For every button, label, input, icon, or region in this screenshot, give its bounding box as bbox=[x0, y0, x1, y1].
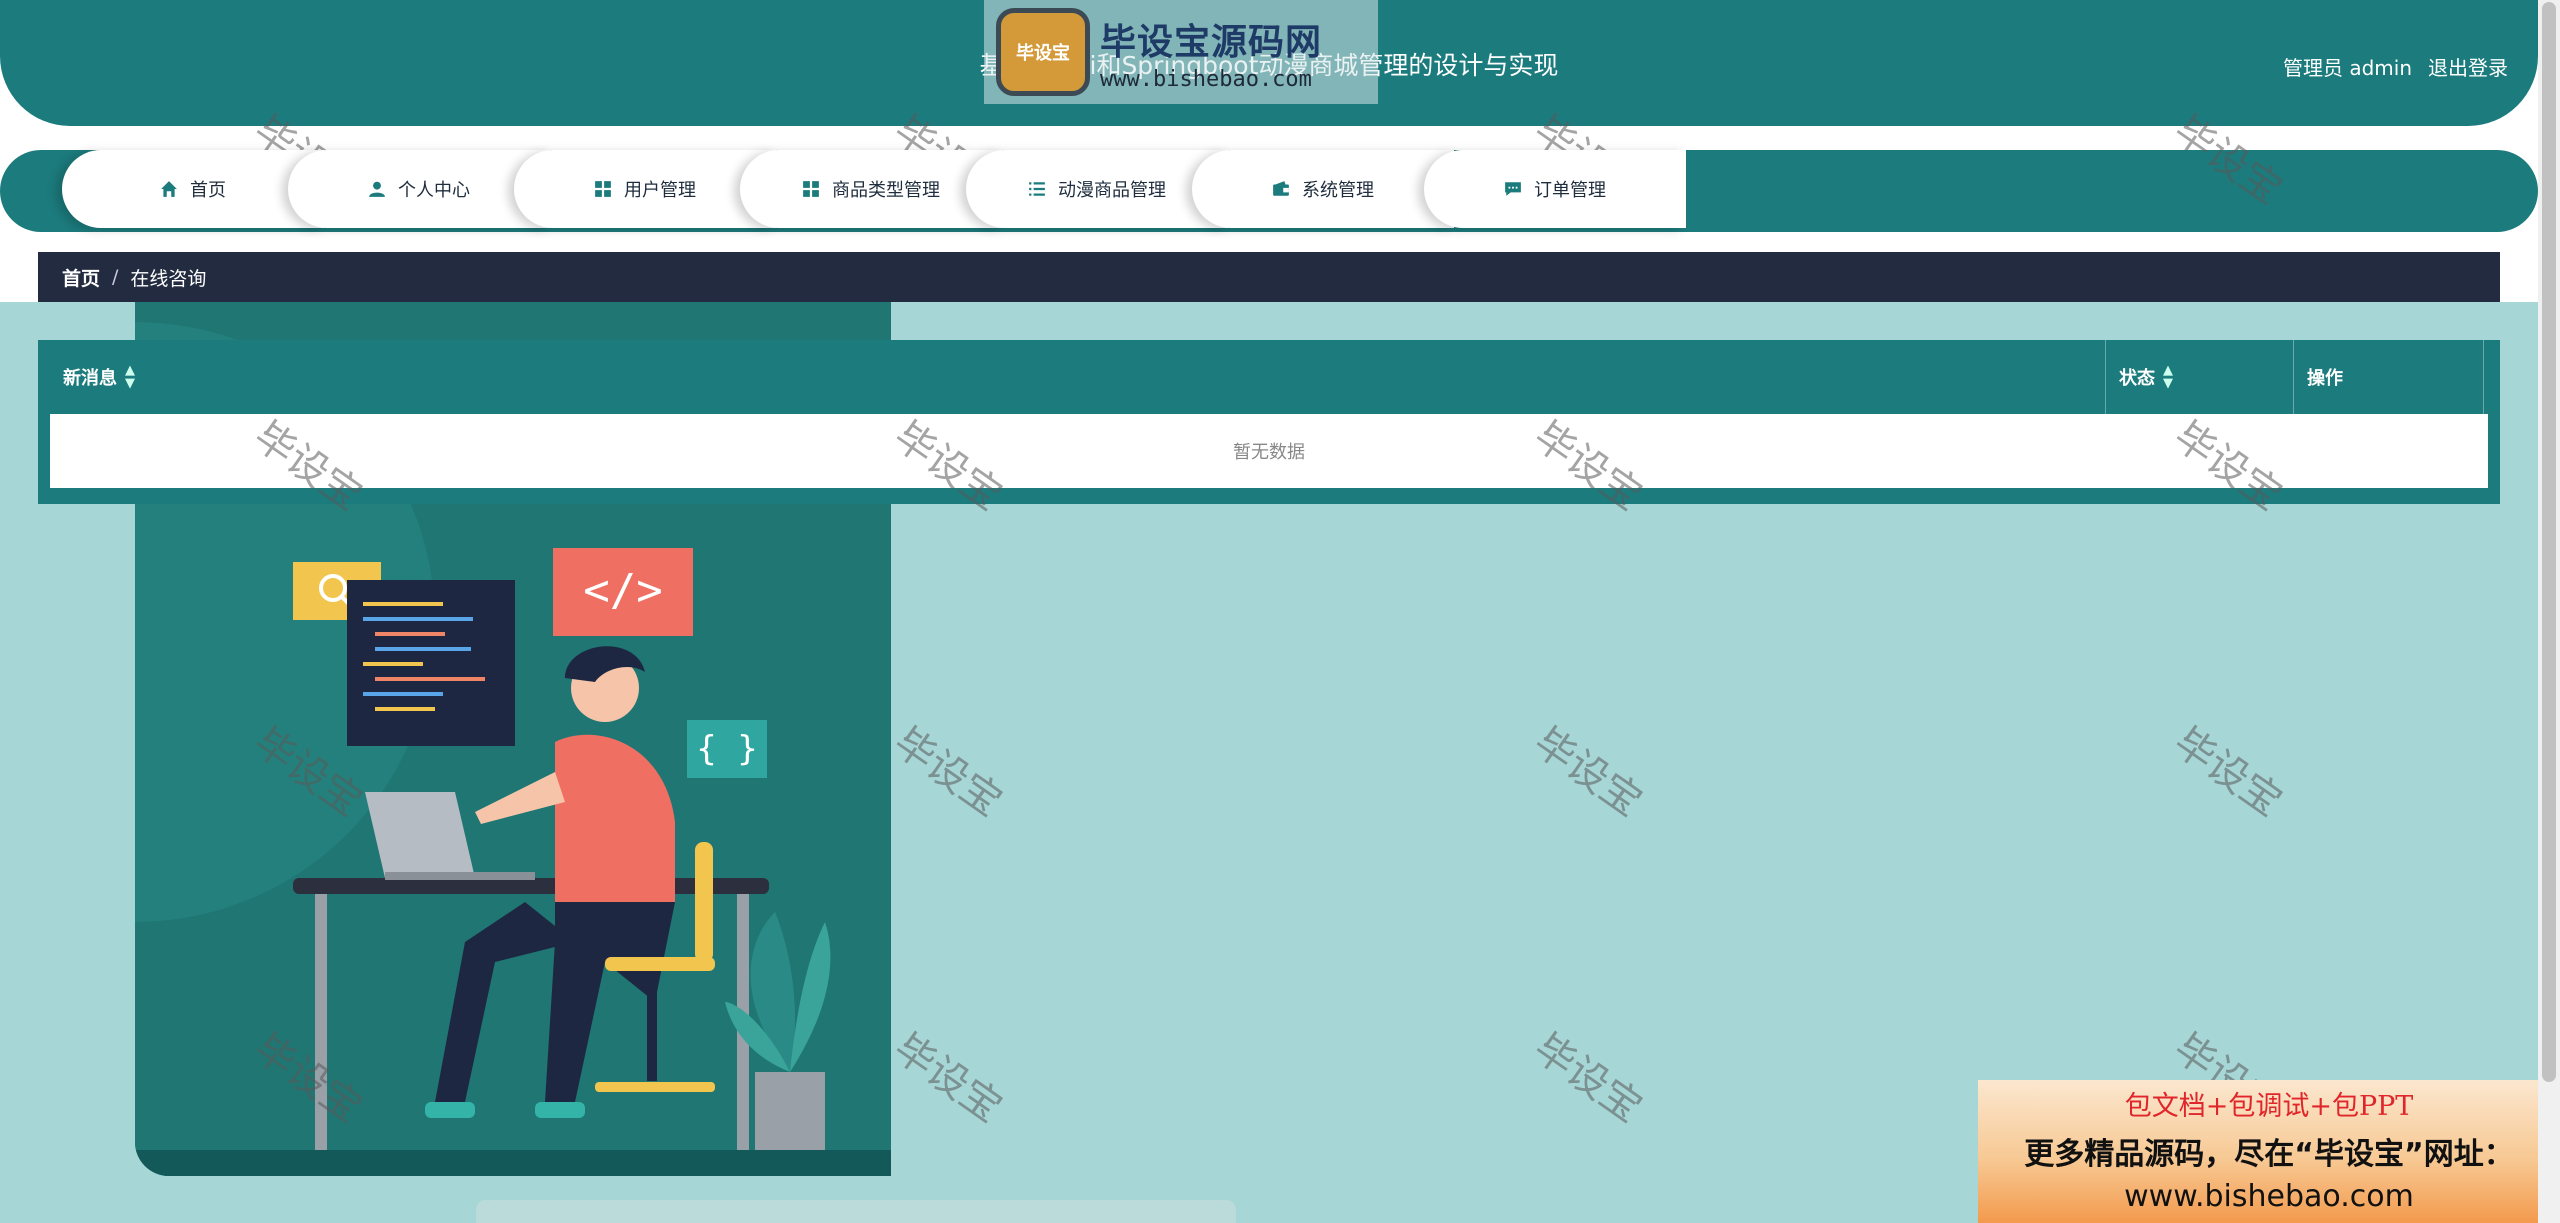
column-header-status[interactable]: 状态 ▲ ▼ bbox=[2106, 340, 2294, 414]
promo-line-2: 更多精品源码，尽在“毕设宝”网址： bbox=[2024, 1137, 2514, 1172]
table-empty-row: 暂无数据 bbox=[50, 414, 2488, 488]
promo-line-1: 包文档+包调试+包PPT bbox=[2124, 1091, 2414, 1122]
user-label: 管理员 admin bbox=[2282, 56, 2412, 80]
logo-name: 毕设宝源码网 bbox=[1100, 21, 1323, 63]
user-area: 管理员 admin 退出登录 bbox=[2283, 52, 2508, 81]
nav-label: 首页 bbox=[190, 180, 226, 201]
column-header-new-message[interactable]: 新消息 ▲ ▼ bbox=[50, 340, 2106, 414]
breadcrumb-current: 在线咨询 bbox=[130, 267, 207, 290]
logo-watermark: 毕设宝 毕设宝源码网 www.bishebao.com bbox=[984, 0, 1378, 104]
logout-button[interactable]: 退出登录 bbox=[2428, 52, 2508, 81]
nav-label: 动漫商品管理 bbox=[1058, 180, 1166, 201]
logo-badge: 毕设宝 bbox=[996, 8, 1090, 96]
nav-item-home[interactable]: 首页 bbox=[62, 150, 324, 228]
svg-text:{ }: { } bbox=[696, 729, 757, 769]
pagination-bar bbox=[476, 1200, 1236, 1223]
column-label: 新消息 bbox=[63, 368, 117, 389]
message-table: 新消息 ▲ ▼ 状态 ▲ ▼ 操作 暂无数据 bbox=[38, 340, 2500, 504]
grid-icon bbox=[595, 181, 611, 197]
table-header: 新消息 ▲ ▼ 状态 ▲ ▼ 操作 bbox=[50, 340, 2488, 414]
svg-text:</>: </> bbox=[583, 565, 662, 616]
column-header-actions: 操作 bbox=[2294, 340, 2484, 414]
home-icon bbox=[161, 181, 177, 197]
nav-item-profile[interactable]: 个人中心 bbox=[288, 150, 550, 228]
breadcrumb: 首页 / 在线咨询 bbox=[38, 252, 2500, 302]
column-label: 状态 bbox=[2119, 368, 2155, 389]
breadcrumb-separator: / bbox=[112, 266, 119, 288]
promo-banner: 包文档+包调试+包PPT 更多精品源码，尽在“毕设宝”网址： www.bishe… bbox=[1978, 1080, 2560, 1223]
nav-item-system[interactable]: 系统管理 bbox=[1192, 150, 1454, 228]
nav-label: 订单管理 bbox=[1534, 180, 1606, 201]
nav-item-users[interactable]: 用户管理 bbox=[514, 150, 776, 228]
breadcrumb-home[interactable]: 首页 bbox=[62, 264, 100, 291]
wallet-icon bbox=[1273, 181, 1289, 196]
sort-icon[interactable]: ▲ ▼ bbox=[2163, 364, 2173, 390]
empty-text: 暂无数据 bbox=[1233, 442, 1305, 463]
vertical-scrollbar[interactable] bbox=[2538, 0, 2560, 1223]
nav-label: 个人中心 bbox=[398, 180, 470, 201]
sort-icon[interactable]: ▲ ▼ bbox=[125, 364, 135, 390]
nav-label: 商品类型管理 bbox=[832, 180, 940, 201]
chat-icon bbox=[1505, 182, 1521, 196]
grid-icon bbox=[803, 181, 819, 197]
promo-url[interactable]: www.bishebao.com bbox=[1978, 1179, 2560, 1214]
user-icon bbox=[369, 181, 385, 197]
main-nav: 首页 个人中心 用户管理 商品类型管理 动漫商品管理 系统管理 订单管理 bbox=[0, 150, 2538, 232]
nav-item-product-types[interactable]: 商品类型管理 bbox=[740, 150, 1002, 228]
logo-url: www.bishebao.com bbox=[1100, 66, 1312, 92]
nav-item-anime-products[interactable]: 动漫商品管理 bbox=[966, 150, 1228, 228]
scrollbar-thumb[interactable] bbox=[2542, 2, 2556, 1082]
nav-label: 用户管理 bbox=[624, 180, 696, 201]
nav-label: 系统管理 bbox=[1302, 180, 1374, 201]
nav-item-orders[interactable]: 订单管理 bbox=[1424, 150, 1686, 228]
column-label: 操作 bbox=[2307, 368, 2343, 389]
list-icon bbox=[1029, 182, 1045, 196]
